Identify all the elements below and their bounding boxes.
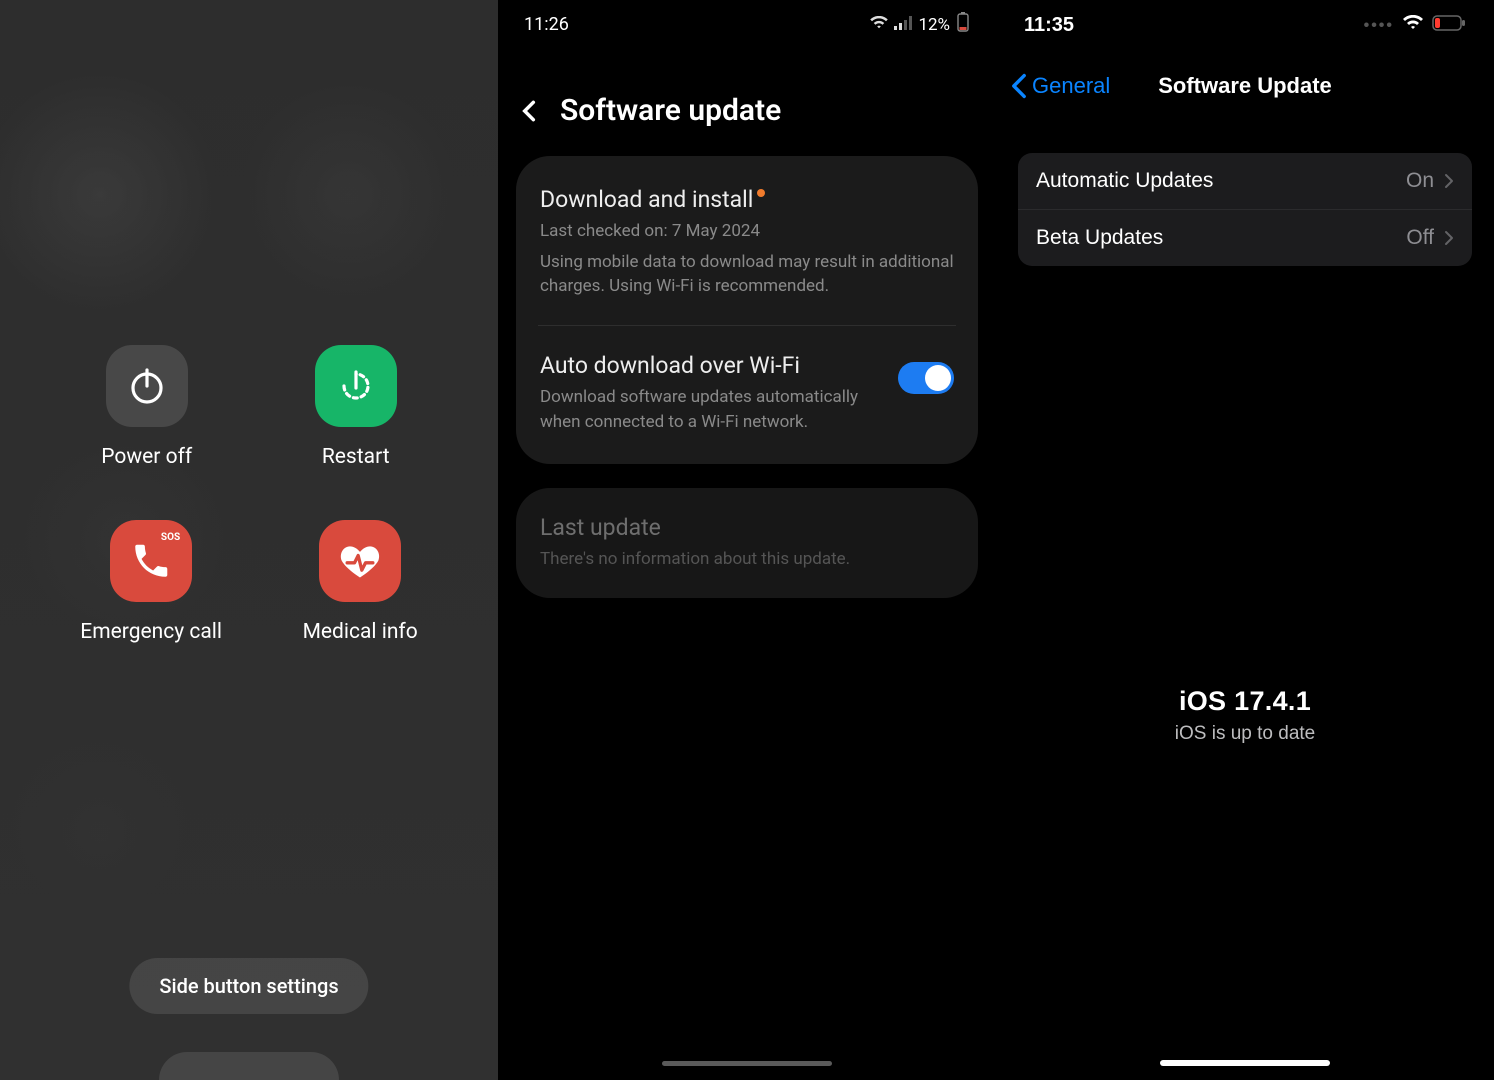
- power-off-button[interactable]: Power off: [101, 345, 192, 469]
- new-indicator-dot: [757, 189, 765, 197]
- emergency-call-button[interactable]: SOS Emergency call: [80, 520, 222, 644]
- cellular-dots-icon: ••••: [1364, 17, 1394, 35]
- wifi-icon: [1402, 14, 1424, 37]
- download-install-title: Download and install: [540, 186, 753, 213]
- medical-label: Medical info: [303, 620, 418, 644]
- restart-icon: [315, 345, 397, 427]
- ios-status-message: iOS is up to date: [996, 723, 1494, 745]
- heart-pulse-icon: [319, 520, 401, 602]
- battery-icon: [956, 12, 970, 37]
- divider: [538, 325, 956, 326]
- auto-download-toggle[interactable]: [898, 362, 954, 394]
- status-time: 11:35: [1024, 14, 1074, 37]
- chevron-right-icon: [1444, 230, 1454, 246]
- power-icon: [106, 345, 188, 427]
- row-value: On: [1406, 169, 1434, 193]
- battery-pct: 12%: [918, 15, 950, 35]
- power-row-1: Power off Restart: [0, 345, 498, 469]
- nav-title: Software Update: [1158, 73, 1332, 99]
- row-value: Off: [1406, 226, 1434, 250]
- nav-bar: General Software Update: [996, 73, 1494, 113]
- page-header: Software update: [498, 37, 996, 156]
- status-bar: 11:35 ••••: [996, 0, 1494, 37]
- sos-badge: SOS: [161, 532, 180, 543]
- power-off-label: Power off: [101, 445, 192, 469]
- row-label: Beta Updates: [1036, 226, 1163, 250]
- samsung-software-update-screen: 11:26 12% Software update Download and i…: [498, 0, 996, 1080]
- auto-download-item: Auto download over Wi-Fi Download softwa…: [540, 348, 954, 438]
- status-bar: 11:26 12%: [498, 0, 996, 37]
- last-update-desc: There's no information about this update…: [540, 547, 954, 572]
- data-warning-text: Using mobile data to download may result…: [540, 250, 954, 299]
- settings-group: Automatic Updates On Beta Updates Off: [1018, 153, 1472, 266]
- medical-info-button[interactable]: Medical info: [303, 520, 418, 644]
- auto-download-desc: Download software updates automatically …: [540, 385, 880, 434]
- status-time: 11:26: [524, 14, 569, 35]
- back-button[interactable]: [516, 98, 542, 124]
- last-update-title: Last update: [540, 514, 954, 541]
- ios-version: iOS 17.4.1: [996, 686, 1494, 717]
- row-label: Automatic Updates: [1036, 169, 1213, 193]
- wifi-icon: [870, 15, 888, 35]
- restart-button[interactable]: Restart: [315, 345, 397, 469]
- ios-software-update-screen: 11:35 •••• General Software Update Autom…: [996, 0, 1494, 1080]
- download-install-item[interactable]: Download and install Last checked on: 7 …: [540, 182, 954, 303]
- page-title: Software update: [560, 93, 781, 128]
- update-status-block: iOS 17.4.1 iOS is up to date: [996, 686, 1494, 745]
- battery-icon: [1432, 14, 1466, 37]
- beta-updates-row[interactable]: Beta Updates Off: [1018, 209, 1472, 266]
- last-checked-text: Last checked on: 7 May 2024: [540, 219, 954, 244]
- back-label: General: [1032, 73, 1110, 99]
- update-card: Download and install Last checked on: 7 …: [516, 156, 978, 464]
- side-button-settings[interactable]: Side button settings: [129, 958, 368, 1014]
- signal-icon: [894, 15, 912, 35]
- back-button[interactable]: General: [1010, 73, 1110, 99]
- automatic-updates-row[interactable]: Automatic Updates On: [1018, 153, 1472, 209]
- side-button-settings-label: Side button settings: [159, 974, 338, 998]
- samsung-power-menu: Power off Restart SOS Emergency call: [0, 0, 498, 1080]
- auto-download-title: Auto download over Wi-Fi: [540, 352, 880, 379]
- bottom-sheet-handle[interactable]: [159, 1052, 339, 1080]
- phone-sos-icon: SOS: [110, 520, 192, 602]
- emergency-label: Emergency call: [80, 620, 222, 644]
- home-indicator[interactable]: [1160, 1060, 1330, 1066]
- restart-label: Restart: [322, 445, 390, 469]
- chevron-right-icon: [1444, 173, 1454, 189]
- gesture-bar[interactable]: [662, 1061, 832, 1066]
- last-update-card[interactable]: Last update There's no information about…: [516, 488, 978, 598]
- power-row-2: SOS Emergency call Medical info: [0, 520, 498, 644]
